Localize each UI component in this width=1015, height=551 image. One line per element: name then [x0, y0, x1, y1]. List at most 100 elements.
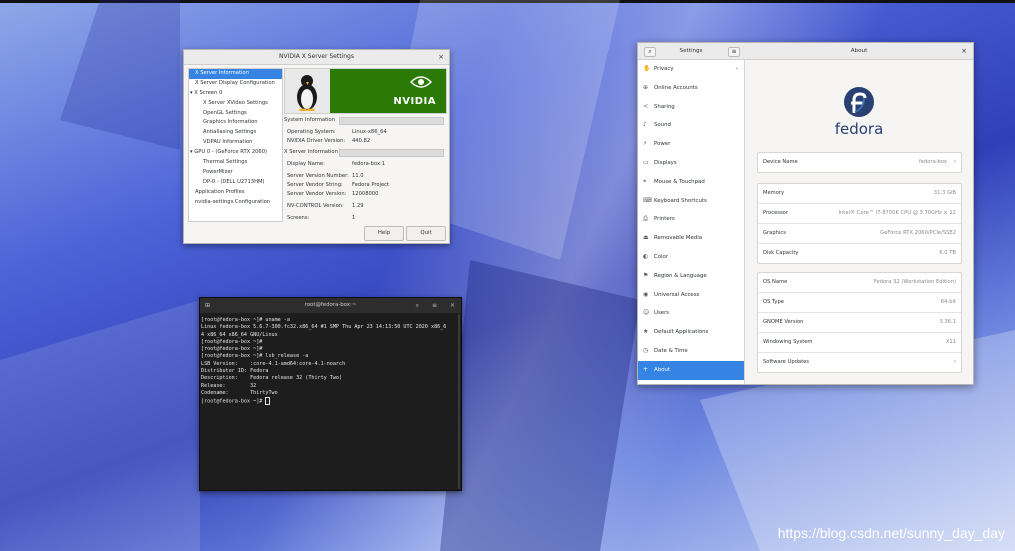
- nvidia-window-titlebar[interactable]: NVIDIA X Server Settings ×: [184, 50, 449, 65]
- processor-value: Intel® Core™ i7-8700K CPU @ 3.70GHz × 12: [838, 210, 956, 216]
- memory-label: Memory: [763, 190, 785, 196]
- device-name-card: Device Name fedora-box ›: [757, 152, 962, 173]
- nv-control-row: NV-CONTROL Version: 1.29: [287, 203, 364, 209]
- power-icon: ⚡: [643, 140, 648, 148]
- sidebar-item-sharing[interactable]: ≺ Sharing: [638, 98, 744, 117]
- color-icon: ◐: [643, 252, 649, 260]
- sidebar-item-removable-media[interactable]: ⏏ Removable Media: [638, 229, 744, 248]
- tree-item-gpu-0[interactable]: ▾ GPU 0 - (GeForce RTX 2060): [189, 148, 282, 158]
- removable-media-icon: ⏏: [643, 234, 649, 242]
- privacy-icon: ✋: [643, 65, 651, 72]
- tree-item-x-screen-0[interactable]: ▾ X Screen 0: [189, 89, 282, 99]
- displays-icon: ▭: [643, 158, 649, 166]
- tree-item-xvideo-settings[interactable]: X Server XVideo Settings: [189, 99, 282, 109]
- sidebar-item-printers[interactable]: ⎙ Printers: [638, 210, 744, 229]
- sidebar-item-label: Color: [654, 253, 669, 260]
- terminal-title: root@fedora-box:~: [304, 302, 357, 308]
- flag-icon: ⚑: [643, 271, 649, 279]
- close-icon[interactable]: ×: [450, 298, 455, 313]
- sidebar-item-region-language[interactable]: ⚑ Region & Language: [638, 267, 744, 286]
- terminal-prompt: [root@fedora-box ~]#: [201, 398, 266, 405]
- tree-item-x-server-display-configuration[interactable]: X Server Display Configuration: [189, 79, 282, 89]
- screens-label: Screens:: [287, 215, 310, 221]
- driver-row: NVIDIA Driver Version: 440.82: [287, 138, 370, 144]
- sidebar-item-about[interactable]: + About: [638, 360, 744, 380]
- sidebar-item-universal-access[interactable]: ◉ Universal Access: [638, 286, 744, 305]
- search-icon[interactable]: ⌕: [416, 298, 419, 313]
- driver-value: 440.82: [352, 138, 371, 144]
- memory-row: Memory 31.3 GiB: [758, 184, 961, 204]
- text-cursor: [265, 397, 271, 406]
- tree-item-graphics-information[interactable]: Graphics Information: [189, 118, 282, 128]
- terminal-line: Description: Fedora release 32 (Thirty T…: [201, 375, 343, 382]
- disk-capacity-value: 6.0 TB: [939, 250, 956, 256]
- sidebar-item-label: Sharing: [654, 103, 675, 110]
- terminal-scrollbar[interactable]: [458, 314, 460, 489]
- sidebar-item-displays[interactable]: ▭ Displays: [638, 154, 744, 173]
- tree-item-dp-0[interactable]: DP-0 - (DELL U2713HM): [189, 178, 282, 188]
- device-name-value: fedora-box: [918, 159, 947, 165]
- hardware-card: Memory 31.3 GiB Processor Intel® Core™ i7-…: [757, 183, 962, 264]
- tree-item-opengl-settings[interactable]: OpenGL Settings: [189, 109, 282, 119]
- os-type-label: OS Type: [763, 299, 784, 305]
- tree-item-powermizer[interactable]: PowerMizer: [189, 168, 282, 178]
- software-card: OS Name Fedora 32 (Workstation Edition) O…: [757, 272, 962, 373]
- menu-icon[interactable]: ≡: [728, 47, 740, 57]
- server-version-row: Server Version Number: 11.0: [287, 173, 364, 179]
- terminal-titlebar[interactable]: ⊞ root@fedora-box:~ ⌕ ≡ ×: [200, 298, 461, 313]
- new-tab-icon[interactable]: ⊞: [205, 298, 210, 313]
- server-vendor-string-label: Server Vendor String:: [287, 182, 343, 188]
- server-vendor-string-row: Server Vendor String: Fedora Project: [287, 182, 389, 188]
- help-button[interactable]: Help: [364, 226, 404, 241]
- star-icon: ★: [643, 328, 649, 336]
- tree-item-x-server-information[interactable]: X Server Information: [189, 69, 282, 79]
- software-updates-row[interactable]: Software Updates ›: [758, 353, 961, 372]
- screens-row: Screens: 1: [287, 215, 355, 221]
- terminal-line: LSB Version: :core-4.1-amd64:core-4.1-no…: [201, 360, 346, 367]
- settings-sidebar: ✋ Privacy › ⊕ Online Accounts ≺ Sharing ♪ Sou…: [638, 60, 745, 384]
- sidebar-item-label: Removable Media: [654, 235, 703, 242]
- terminal-prompt-line[interactable]: [root@fedora-box ~]#: [201, 397, 461, 406]
- server-vendor-string-value: Fedora Project: [352, 182, 390, 188]
- close-icon[interactable]: ×: [438, 50, 444, 64]
- sidebar-item-privacy[interactable]: ✋ Privacy ›: [638, 60, 744, 79]
- tree-item-thermal-settings[interactable]: Thermal Settings: [189, 158, 282, 168]
- system-information-heading: System Information: [284, 117, 336, 123]
- sidebar-item-label: Privacy: [654, 66, 674, 72]
- close-icon[interactable]: ×: [961, 43, 967, 59]
- sidebar-item-color[interactable]: ◐ Color: [638, 248, 744, 267]
- server-vendor-version-value: 12008000: [352, 191, 379, 197]
- sidebar-item-label: Keyboard Shortcuts: [654, 197, 707, 204]
- terminal-line: Distributor ID: Fedora: [201, 368, 269, 375]
- tree-item-antialiasing-settings[interactable]: Antialiasing Settings: [189, 128, 282, 138]
- tree-item-application-profiles[interactable]: Application Profiles: [189, 188, 282, 198]
- software-updates-label: Software Updates: [763, 359, 810, 365]
- terminal-line: Codename: ThirtyTwo: [201, 389, 278, 396]
- nv-control-value: 1.29: [352, 203, 364, 209]
- sidebar-item-mouse-touchpad[interactable]: ⌖ Mouse & Touchpad: [638, 173, 744, 192]
- disk-capacity-label: Disk Capacity: [763, 250, 799, 256]
- sharing-icon: ≺: [643, 102, 649, 110]
- sidebar-item-default-applications[interactable]: ★ Default Applications: [638, 323, 744, 342]
- settings-headerbar[interactable]: ⌕ Settings ≡ About ×: [638, 43, 973, 60]
- sidebar-item-keyboard-shortcuts[interactable]: ⌨ Keyboard Shortcuts: [638, 192, 744, 211]
- sidebar-item-power[interactable]: ⚡ Power: [638, 135, 744, 154]
- printer-icon: ⎙: [643, 215, 648, 223]
- device-name-row[interactable]: Device Name fedora-box ›: [758, 153, 961, 172]
- tree-item-vdpau-information[interactable]: VDPAU Information: [189, 138, 282, 148]
- sidebar-item-label: Online Accounts: [654, 84, 698, 91]
- menu-icon[interactable]: ≡: [432, 298, 437, 313]
- sidebar-item-online-accounts[interactable]: ⊕ Online Accounts: [638, 79, 744, 98]
- quit-button[interactable]: Quit: [406, 226, 446, 241]
- os-value: Linux-x86_64: [352, 129, 387, 135]
- os-type-row: OS Type 64-bit: [758, 293, 961, 313]
- screens-value: 1: [352, 215, 356, 221]
- about-panel: fedora Device Name fedora-box › Memory 31.3…: [745, 60, 973, 384]
- watermark: https://blog.csdn.net/sunny_day_day: [777, 525, 1005, 541]
- terminal-output[interactable]: [root@fedora-box ~]# uname -a Linux fedor…: [200, 313, 461, 406]
- sidebar-item-users[interactable]: ☺ Users: [638, 304, 744, 323]
- disk-capacity-row: Disk Capacity 6.0 TB: [758, 244, 961, 263]
- sidebar-item-date-time[interactable]: ◷ Date & Time: [638, 342, 744, 361]
- sidebar-item-sound[interactable]: ♪ Sound: [638, 116, 744, 135]
- tree-item-nvidia-settings-configuration[interactable]: nvidia-settings Configuration: [189, 198, 282, 208]
